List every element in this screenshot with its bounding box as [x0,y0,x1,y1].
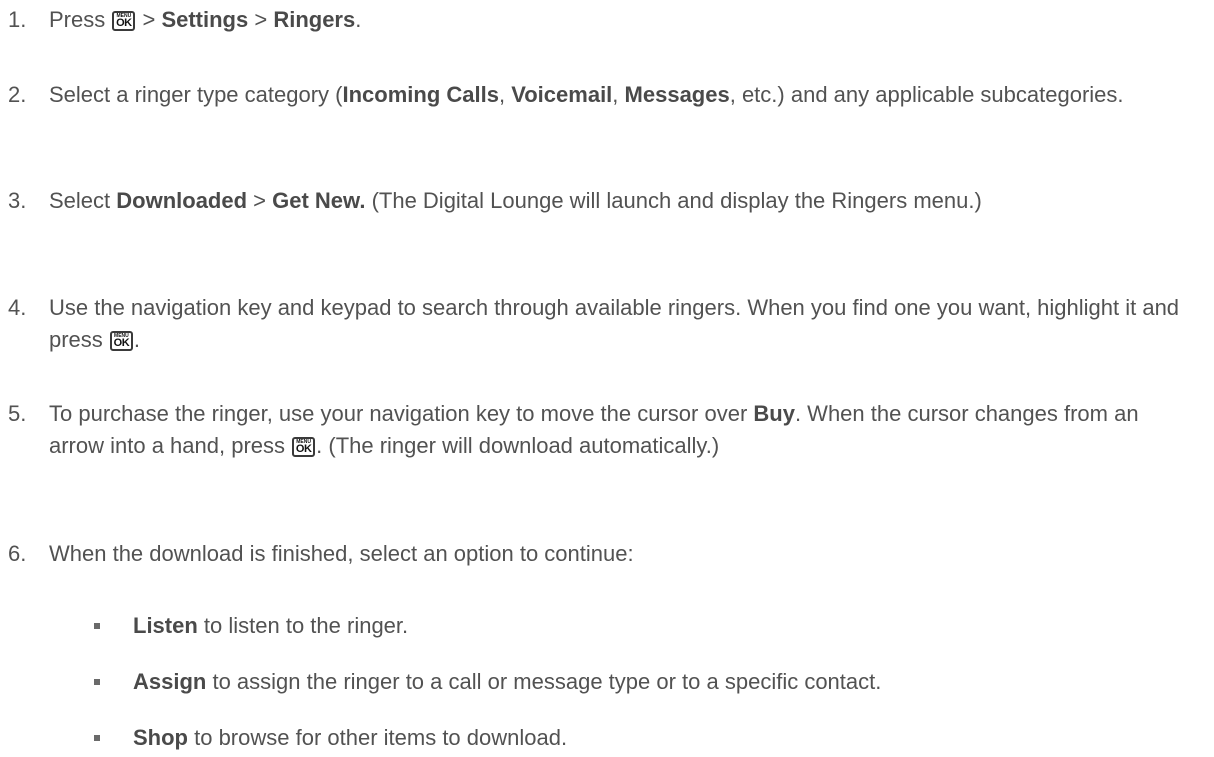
text-fragment: Select [49,188,117,213]
step-text: Use the navigation key and keypad to sea… [49,292,1198,356]
option-text: Listen to listen to the ringer. [107,610,408,642]
text-fragment: . (The ringer will download automaticall… [316,433,720,458]
step-text: Press MENU OK > Settings > Ringers. [49,4,1198,36]
text-fragment: > [136,7,162,32]
option-shop: Shop to browse for other items to downlo… [94,722,1194,754]
step-2: 2. Select a ringer type category (Incomi… [8,79,1198,111]
key-ok-label: OK [113,337,130,349]
text-fragment: > [247,188,273,213]
bold-term: Downloaded [116,188,248,213]
text-fragment: , [612,82,625,107]
bold-term: Incoming Calls [342,82,499,107]
bold-term: Messages [624,82,730,107]
bold-term: Shop [133,725,188,750]
step-text: When the download is finished, select an… [49,541,634,566]
option-text: Assign to assign the ringer to a call or… [107,666,881,698]
bold-term: Settings [161,7,249,32]
text-fragment: > [248,7,274,32]
step-3: 3. Select Downloaded > Get New. (The Dig… [8,185,1198,217]
bullet-square-icon [94,610,107,629]
key-ok-label: OK [295,443,312,455]
step-number: 3. [8,188,27,213]
text-fragment: to browse for other items to download. [188,725,568,750]
text-fragment: Select a ringer type category ( [49,82,343,107]
menu-ok-key-icon: MENU OK [292,437,316,457]
text-fragment: , [498,82,512,107]
bullet-square-icon [94,666,107,685]
step-6: 6. When the download is finished, select… [8,538,1198,570]
key-ok-label: OK [116,17,132,29]
bold-term: Ringers [273,7,356,32]
option-text: Shop to browse for other items to downlo… [107,722,567,754]
bullet-square-icon [94,722,107,741]
text-fragment: Press [49,7,112,32]
text-fragment: To purchase the ringer, use your navigat… [49,401,754,426]
step-number: 1. [8,7,27,32]
step-number: 5. [8,401,27,426]
option-assign: Assign to assign the ringer to a call or… [94,666,1194,698]
text-fragment: . [355,7,362,32]
option-listen: Listen to listen to the ringer. [94,610,1194,642]
step-1: 1. Press MENU OK > Settings > Ringers. [8,4,1198,36]
text-fragment: . [133,327,141,352]
text-fragment: to assign the ringer to a call or messag… [206,669,882,694]
menu-ok-key-icon: MENU OK [109,331,133,351]
menu-ok-key-icon: MENU OK [112,11,136,31]
step-text: Select Downloaded > Get New. (The Digita… [49,185,1198,217]
bold-term: Buy [753,401,795,426]
step-text: Select a ringer type category (Incoming … [49,79,1198,111]
text-fragment: to listen to the ringer. [197,613,409,638]
bold-term: Get New. [272,188,366,213]
step-5: 5. To purchase the ringer, use your navi… [8,398,1198,462]
step-text: To purchase the ringer, use your navigat… [49,398,1198,462]
text-fragment: Use the navigation key and keypad to sea… [49,295,1180,352]
bold-term: Listen [133,613,198,638]
step-number: 4. [8,295,27,320]
step-4: 4. Use the navigation key and keypad to … [8,292,1198,356]
instructions-document: 1. Press MENU OK > Settings > Ringers. 2.… [0,0,1214,757]
text-fragment: , etc.) and any applicable subcategories… [729,82,1124,107]
bold-term: Voicemail [511,82,613,107]
text-fragment: (The Digital Lounge will launch and disp… [365,188,982,213]
step-number: 2. [8,82,27,107]
step-number: 6. [8,541,27,566]
bold-term: Assign [133,669,207,694]
